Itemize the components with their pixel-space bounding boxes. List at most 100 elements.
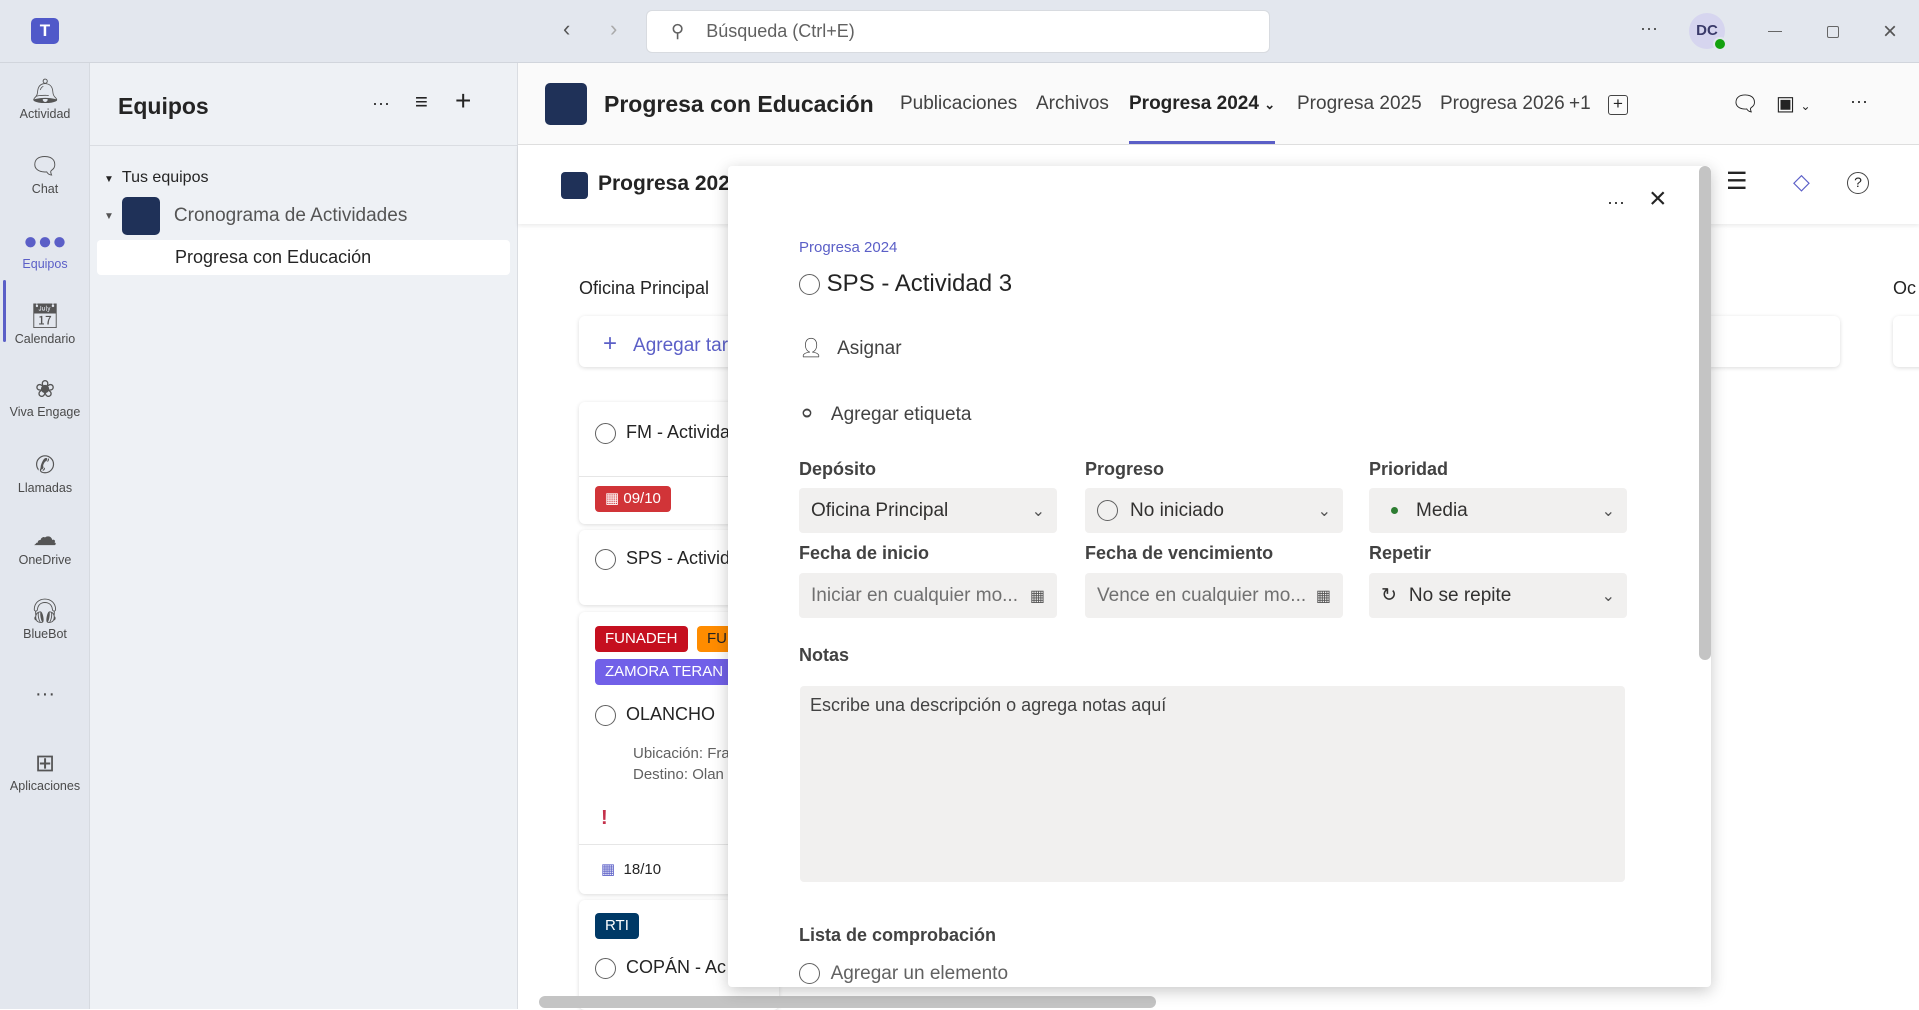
repeat-select[interactable]: ↻ No se repite ⌄ [1369,573,1627,618]
tab-overflow[interactable]: +1 [1569,93,1591,115]
teams-logo-icon: T [31,18,59,44]
horizontal-scrollbar[interactable] [539,996,1156,1008]
minimize-button[interactable] [1768,31,1782,32]
list-view-icon[interactable]: ☰ [1726,167,1748,196]
start-date-input[interactable]: Iniciar en cualquier mo... ▦ [799,573,1057,618]
rail-item-equipos[interactable]: ●●● Equipos [0,227,90,271]
caret-down-icon: ▼ [104,174,114,185]
task-details-dialog: ··· × Progresa 2024 SPS - Actividad 3 👤︎… [728,166,1711,987]
chevron-down-icon: ⌄ [1031,502,1045,520]
progress-select[interactable]: No iniciado ⌄ [1085,488,1343,533]
next-bucket-title: Oc [1893,278,1917,298]
bucket-title: Oficina Principal [579,278,710,298]
field-label: Repetir [1369,543,1432,563]
calendar-icon[interactable]: ▦ [1316,586,1331,606]
task-description: Ubicación: Fra [633,745,730,762]
bucket-link[interactable]: Progresa 2024 [799,239,897,256]
tab-publicaciones[interactable]: Publicaciones [900,93,1017,115]
rail-more-button[interactable]: ··· [0,683,90,706]
calendar-icon: 📅︎ [29,303,61,330]
chevron-down-icon: ⌄ [1264,97,1276,112]
teams-panel: Equipos ··· ≡ + ▼ Tus equipos ▼ Cronogram… [90,63,518,1009]
premium-diamond-icon[interactable]: ◇ [1793,169,1810,195]
more-icon[interactable]: ··· [1850,91,1868,112]
rail-item-aplicaciones[interactable]: ⊞ Aplicaciones [0,749,90,793]
help-icon[interactable]: ? [1847,172,1869,194]
more-options-button[interactable]: ··· [1640,18,1658,39]
add-task-next-bucket-2[interactable] [1893,316,1919,367]
rail-item-onedrive[interactable]: ☁︎ OneDrive [0,523,90,567]
dialog-more-button[interactable]: ··· [1607,192,1625,213]
chevron-down-icon: ⌄ [1317,502,1331,520]
teams-icon: ●●● [23,228,67,255]
panel-title: Equipos [118,93,209,119]
caret-down-icon: ▼ [104,210,114,222]
tab-archivos[interactable]: Archivos [1036,93,1109,115]
calendar-icon[interactable]: ▦ [1030,586,1045,606]
more-icon[interactable]: ··· [372,93,390,114]
add-label-button[interactable]: ⚪︎ Agregar etiqueta [799,403,971,426]
label-rti: RTI [595,913,639,939]
complete-checkbox[interactable] [595,957,616,979]
bucket-select[interactable]: Oficina Principal ⌄ [799,488,1057,533]
close-dialog-button[interactable]: × [1649,182,1667,216]
complete-checkbox[interactable] [595,548,616,570]
filter-icon[interactable]: ≡ [415,89,428,115]
calendar-icon: ▦ [605,490,620,507]
cloud-icon: ☁︎ [33,524,57,551]
close-window-button[interactable]: × [1883,18,1897,46]
complete-checkbox[interactable] [595,704,616,726]
complete-checkbox[interactable] [799,274,820,296]
divider [90,145,518,146]
conversation-icon[interactable]: 🗨︎ [1731,91,1759,117]
priority-select[interactable]: Media ⌄ [1369,488,1627,533]
add-checklist-item[interactable]: Agregar un elemento [799,963,1008,985]
add-tab-icon[interactable]: + [1608,95,1628,115]
video-call-icon[interactable]: ▣ ⌄ [1776,91,1811,116]
rail-item-viva-engage[interactable]: ❀ Viva Engage [0,375,90,419]
complete-checkbox[interactable] [595,422,616,444]
add-person-icon: 👤︎ [799,338,824,359]
team-item[interactable]: ▼ Cronograma de Actividades [104,197,407,235]
label-zamora-teran: ZAMORA TERAN [595,659,734,685]
field-label: Fecha de inicio [799,543,930,563]
due-date-input[interactable]: Vence en cualquier mo... ▦ [1085,573,1343,618]
assign-button[interactable]: 👤︎ Asignar [799,336,902,360]
repeat-icon: ↻ [1381,585,1397,606]
task-title[interactable]: SPS - Actividad 3 [827,270,1012,297]
plan-avatar [561,172,588,199]
tab-progresa-2024[interactable]: Progresa 2024 ⌄ [1129,93,1275,115]
checklist-circle-icon [799,963,820,985]
tab-progresa-2026[interactable]: Progresa 2026 [1440,93,1565,115]
plan-title: Progresa 2024 [598,172,742,195]
rail-item-calendario[interactable]: 📅︎ Calendario [0,302,90,346]
due-date-badge: ▦ 09/10 [595,486,671,512]
search-icon: ⚲ [671,21,685,41]
checklist-label: Lista de comprobación [799,925,997,945]
avatar[interactable]: DC [1689,13,1727,51]
search-input[interactable]: ⚲ Búsqueda (Ctrl+E) [646,10,1270,53]
team-avatar [121,197,160,235]
channel-item-selected[interactable]: Progresa con Educación [97,240,510,275]
section-tus-equipos[interactable]: ▼ Tus equipos [104,169,208,187]
channel-title: Progresa con Educación [604,91,874,117]
priority-dot-icon [1391,507,1398,514]
add-app-icon: ⊞ [34,750,56,777]
restore-button[interactable] [1827,26,1839,38]
notes-textarea[interactable]: Escribe una descripción o agrega notas a… [800,686,1625,882]
forward-button[interactable]: › [610,16,617,42]
rail-item-actividad[interactable]: 🔔︎ Actividad [0,77,90,121]
notes-label: Notas [799,645,850,665]
back-button[interactable]: ‹ [563,16,570,42]
calendar-icon: ▦ [601,861,616,878]
add-team-icon[interactable]: + [455,85,471,117]
rail-item-llamadas[interactable]: ✆ Llamadas [0,451,90,495]
dialog-scrollbar[interactable] [1699,166,1711,660]
tab-progresa-2025[interactable]: Progresa 2025 [1297,93,1422,115]
active-tab-underline [1129,141,1275,144]
rail-item-chat[interactable]: 🗨︎ Chat [0,152,90,196]
rail-item-bluebot[interactable]: 🎧︎ BlueBot [0,597,90,641]
title-bar: T ‹ › ⚲ Búsqueda (Ctrl+E) ··· DC × [0,0,1919,63]
label-funadeh: FUNADEH [595,626,688,652]
chevron-down-icon: ⌄ [1601,502,1615,520]
